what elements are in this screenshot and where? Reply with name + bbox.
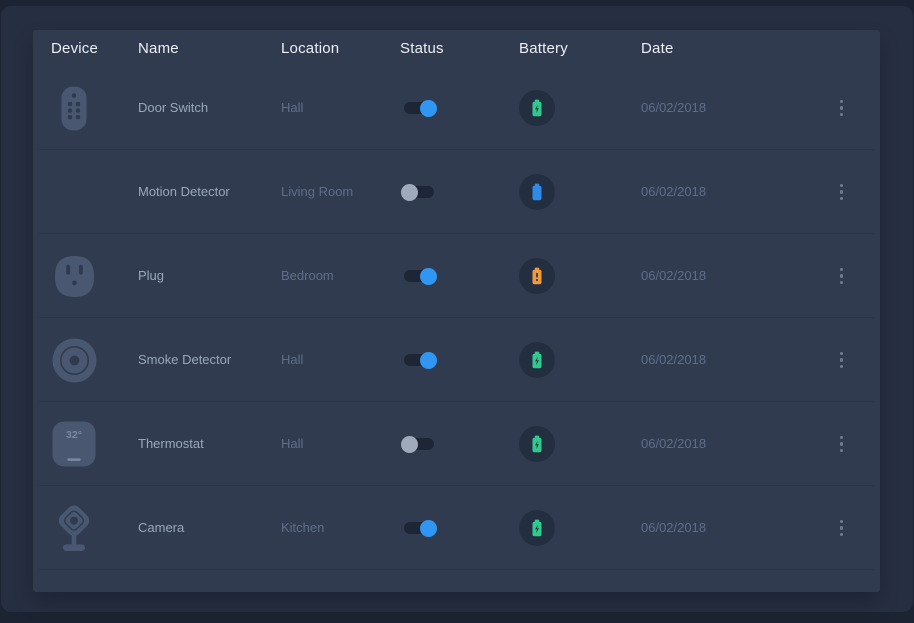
table-header: Device Name Location Status Battery Date — [33, 30, 880, 66]
column-header-date: Date — [641, 40, 811, 57]
table-body: Door Switch Hall 06/02/2018 — [33, 66, 880, 570]
device-glyph — [49, 338, 99, 383]
table-row: Smoke Detector Hall 06/02/2018 — [33, 318, 880, 402]
row-menu-button[interactable] — [836, 348, 848, 373]
column-header-status: Status — [400, 40, 519, 57]
camera-icon — [51, 502, 97, 554]
kebab-icon — [840, 100, 844, 104]
kebab-icon — [840, 436, 844, 440]
plug-icon — [54, 255, 95, 298]
status-toggle[interactable] — [404, 270, 434, 282]
device-glyph — [49, 502, 99, 554]
status-toggle[interactable] — [404, 522, 434, 534]
kebab-icon — [840, 184, 844, 188]
battery-indicator — [519, 174, 555, 210]
status-toggle[interactable] — [404, 354, 434, 366]
device-name: Smoke Detector — [138, 352, 231, 367]
device-name: Camera — [138, 520, 184, 535]
device-cell: 32° — [33, 421, 138, 467]
smoke-detector-icon — [52, 338, 97, 383]
column-header-battery: Battery — [519, 40, 641, 57]
toggle-knob — [420, 520, 437, 537]
row-menu-button[interactable] — [836, 180, 848, 205]
toggle-knob — [420, 100, 437, 117]
column-header-location: Location — [281, 40, 400, 57]
device-date: 06/02/2018 — [641, 352, 706, 367]
column-header-name: Name — [138, 40, 281, 57]
row-menu-button[interactable] — [836, 96, 848, 121]
toggle-knob — [401, 436, 418, 453]
row-menu-button[interactable] — [836, 432, 848, 457]
battery-indicator — [519, 426, 555, 462]
device-table-card: Device Name Location Status Battery Date — [33, 30, 880, 592]
device-name: Motion Detector — [138, 184, 230, 199]
battery-icon — [528, 266, 546, 286]
device-glyph: 32° — [49, 421, 99, 467]
toggle-knob — [420, 352, 437, 369]
battery-indicator — [519, 258, 555, 294]
device-name: Plug — [138, 268, 164, 283]
device-location: Kitchen — [281, 520, 324, 535]
device-name: Door Switch — [138, 100, 208, 115]
device-location: Hall — [281, 100, 303, 115]
device-date: 06/02/2018 — [641, 100, 706, 115]
row-menu-button[interactable] — [836, 264, 848, 289]
door-switch-icon — [61, 85, 87, 132]
toggle-knob — [420, 268, 437, 285]
battery-icon — [528, 518, 546, 538]
row-menu-button[interactable] — [836, 516, 848, 541]
battery-icon — [528, 350, 546, 370]
battery-icon — [528, 98, 546, 118]
device-glyph — [49, 85, 99, 132]
device-location: Bedroom — [281, 268, 334, 283]
device-location: Living Room — [281, 184, 353, 199]
device-date: 06/02/2018 — [641, 268, 706, 283]
device-date: 06/02/2018 — [641, 520, 706, 535]
device-date: 06/02/2018 — [641, 436, 706, 451]
kebab-icon — [840, 268, 844, 272]
device-location: Hall — [281, 436, 303, 451]
app-window: Device Name Location Status Battery Date — [1, 6, 913, 612]
table-row: Door Switch Hall 06/02/2018 — [33, 66, 880, 150]
svg-text:32°: 32° — [66, 429, 82, 441]
device-glyph — [49, 255, 99, 298]
device-cell — [33, 338, 138, 383]
kebab-icon — [840, 352, 844, 356]
device-location: Hall — [281, 352, 303, 367]
device-cell — [33, 85, 138, 132]
kebab-icon — [840, 520, 844, 524]
battery-icon — [528, 434, 546, 454]
battery-icon — [528, 182, 546, 202]
status-toggle[interactable] — [404, 438, 434, 450]
toggle-knob — [401, 184, 418, 201]
device-cell — [33, 255, 138, 298]
thermostat-icon: 32° — [52, 421, 96, 467]
status-toggle[interactable] — [404, 186, 434, 198]
battery-indicator — [519, 90, 555, 126]
column-header-device: Device — [33, 40, 138, 57]
battery-indicator — [519, 510, 555, 546]
table-row: Plug Bedroom 06/02/2018 — [33, 234, 880, 318]
table-row: Motion Detector Living Room 06/0 — [33, 150, 880, 234]
table-row: Camera Kitchen 06/02/2018 — [33, 486, 880, 570]
battery-indicator — [519, 342, 555, 378]
device-cell — [33, 502, 138, 554]
device-date: 06/02/2018 — [641, 184, 706, 199]
status-toggle[interactable] — [404, 102, 434, 114]
table-row: 32° Thermostat Hall — [33, 402, 880, 486]
device-name: Thermostat — [138, 436, 204, 451]
